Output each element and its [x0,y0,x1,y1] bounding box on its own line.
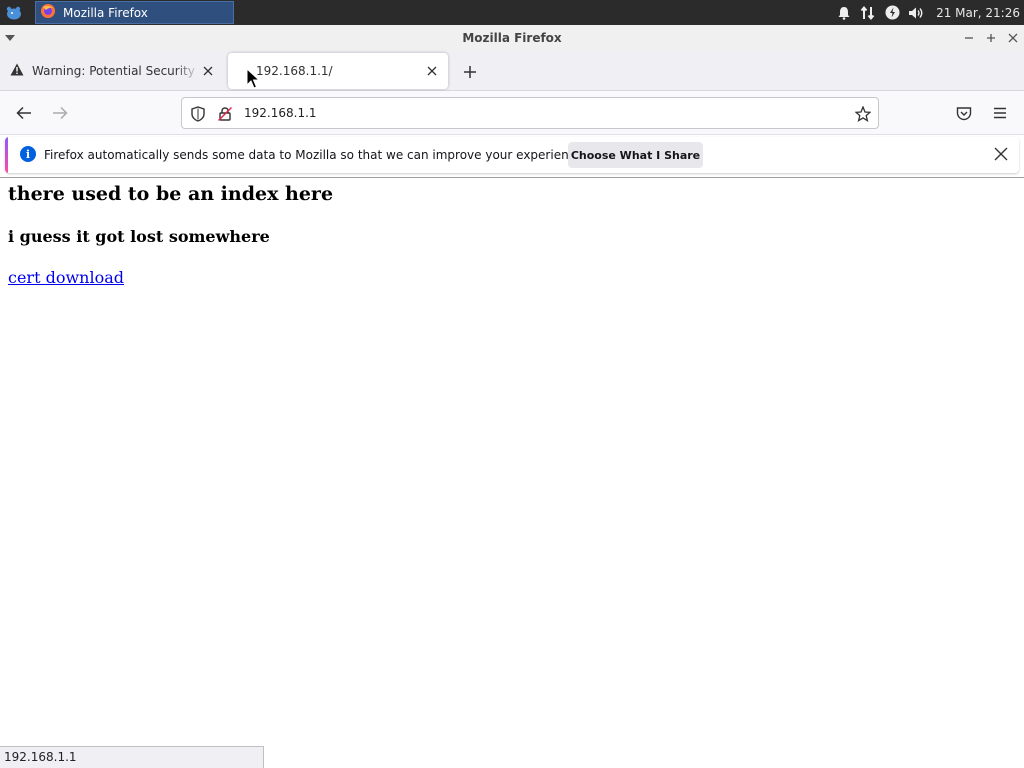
data-reporting-notification: i Firefox automatically sends some data … [5,137,1019,173]
tab-strip: Warning: Potential Security Risk Ahead 1… [0,51,1024,91]
url-input[interactable] [244,106,804,120]
minimize-icon[interactable] [962,30,976,46]
mouse-cursor-icon [246,67,261,90]
maximize-icon[interactable] [984,30,998,46]
panel-clock[interactable]: 21 Mar, 21:26 [936,6,1020,20]
tab-title: 192.168.1.1/ [256,64,333,78]
tab-router-page[interactable]: 192.168.1.1/ [228,53,448,89]
power-icon[interactable] [880,0,904,25]
taskbar-label: Mozilla Firefox [63,5,148,20]
page-content: there used to be an index here i guess i… [8,183,333,287]
new-tab-plus-icon[interactable] [460,62,480,82]
choose-what-i-share-button[interactable]: Choose What I Share [568,142,703,168]
close-icon[interactable] [993,146,1009,162]
info-icon: i [20,146,36,162]
tab-close-icon[interactable] [200,63,216,79]
volume-icon[interactable] [904,0,928,25]
window-title: Mozilla Firefox [462,31,562,45]
address-bar[interactable] [181,97,879,129]
tab-close-icon[interactable] [424,63,440,79]
window-titlebar[interactable]: Mozilla Firefox [0,25,1024,51]
notification-message: Firefox automatically sends some data to… [44,148,587,162]
forward-arrow-icon[interactable] [50,103,70,123]
notification-accent [5,137,8,173]
cert-download-link[interactable]: cert download [8,268,124,287]
content-divider [0,177,1024,178]
tracking-protection-shield-icon[interactable] [189,105,207,123]
pocket-icon[interactable] [954,103,974,123]
notification-bell-icon[interactable] [832,0,856,25]
insecure-lock-icon[interactable] [216,105,234,123]
tab-title: Warning: Potential Security Risk Ahead [32,64,200,78]
network-icon[interactable] [856,0,880,25]
firefox-icon [40,3,56,22]
top-panel: Mozilla Firefox 21 Mar, 21:26 [0,0,1024,25]
page-subheading: i guess it got lost somewhere [8,227,270,246]
tab-security-warning[interactable]: Warning: Potential Security Risk Ahead [0,53,225,89]
bookmark-star-icon[interactable] [854,105,872,123]
system-tray: 21 Mar, 21:26 [832,0,1024,25]
taskbar-firefox-button[interactable]: Mozilla Firefox [35,1,234,24]
navigation-toolbar [0,91,1024,135]
back-arrow-icon[interactable] [14,103,34,123]
page-heading: there used to be an index here [8,183,334,205]
xfce-menu-icon[interactable] [4,3,24,22]
hamburger-menu-icon[interactable] [990,103,1010,123]
warning-icon [10,63,24,79]
status-bar: 192.168.1.1 [0,746,264,768]
close-window-icon[interactable] [1006,30,1020,46]
